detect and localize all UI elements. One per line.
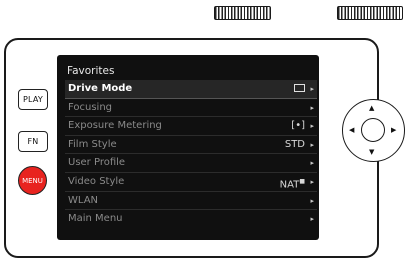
single-shot-icon [294, 80, 305, 99]
menu-item-label: Exposure Metering [68, 120, 162, 132]
chevron-right-icon: ▸ [310, 196, 314, 205]
menu-title: Favorites [67, 65, 115, 77]
down-arrow-icon[interactable]: ▼ [369, 149, 374, 156]
chevron-right-icon: ▸ [310, 103, 314, 112]
right-control-dial[interactable] [337, 6, 403, 20]
menu-item-label: Film Style [68, 138, 117, 150]
menu-item-label: Video Style [68, 175, 125, 187]
menu-item-wlan[interactable]: WLAN ▸ [65, 192, 317, 211]
menu-item-label: WLAN [68, 194, 99, 206]
direction-pad[interactable]: ▲ ▼ ◀ ▶ [342, 99, 405, 162]
menu-item-film-style[interactable]: Film Style STD ▸ [65, 136, 317, 155]
menu-item-focusing[interactable]: Focusing ▸ [65, 99, 317, 118]
camera-screen: Favorites Drive Mode ▸ Focusing ▸ Exposu… [57, 55, 319, 240]
chevron-right-icon: ▸ [310, 177, 314, 186]
video-style-value: NAT [279, 179, 300, 191]
right-arrow-icon[interactable]: ▶ [391, 127, 396, 134]
chevron-right-icon: ▸ [310, 140, 314, 149]
menu-item-label: Main Menu [68, 213, 123, 225]
chevron-right-icon: ▸ [310, 159, 314, 168]
menu-button[interactable]: MENU [18, 166, 47, 195]
left-control-dial[interactable] [214, 6, 271, 20]
menu-item-main-menu[interactable]: Main Menu ▸ [65, 210, 317, 229]
film-reel-icon: ■ [299, 177, 305, 185]
fn-button[interactable]: FN [18, 131, 48, 152]
menu-item-exposure-metering[interactable]: Exposure Metering [•] ▸ [65, 117, 317, 136]
up-arrow-icon[interactable]: ▲ [369, 105, 374, 112]
menu-item-drive-mode[interactable]: Drive Mode ▸ [65, 80, 317, 99]
menu-item-label: Focusing [68, 101, 113, 113]
chevron-right-icon: ▸ [310, 85, 314, 93]
play-button[interactable]: PLAY [18, 89, 48, 110]
menu-item-user-profile[interactable]: User Profile ▸ [65, 154, 317, 173]
left-arrow-icon[interactable]: ◀ [349, 127, 354, 134]
chevron-right-icon: ▸ [310, 122, 314, 131]
chevron-right-icon: ▸ [310, 215, 314, 224]
menu-item-label: User Profile [68, 157, 126, 169]
menu-item-value: STD [284, 138, 305, 150]
favorites-menu-list: Drive Mode ▸ Focusing ▸ Exposure Meterin… [65, 80, 317, 229]
menu-item-video-style[interactable]: Video Style NAT■ ▸ [65, 173, 317, 192]
center-button[interactable] [361, 118, 385, 142]
spot-metering-icon: [•] [291, 120, 305, 132]
menu-item-label: Drive Mode [68, 83, 133, 94]
